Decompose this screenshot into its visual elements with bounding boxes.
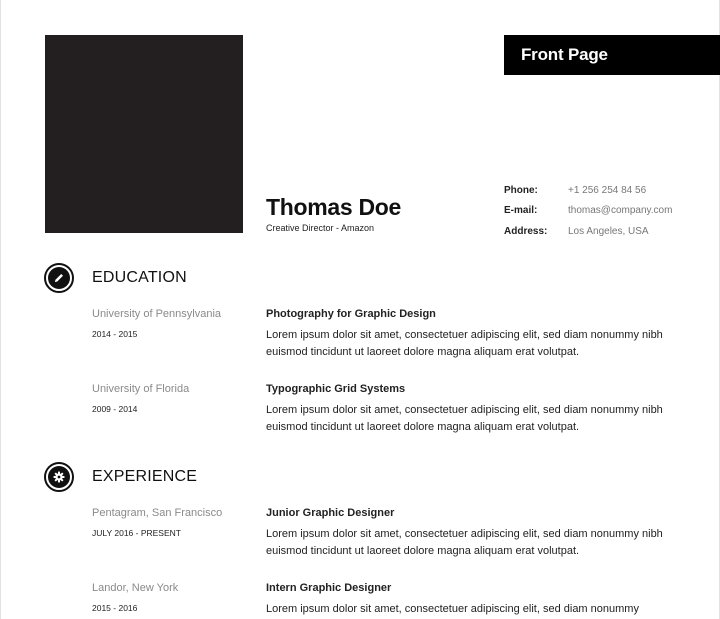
address-value: Los Angeles, USA: [568, 225, 649, 237]
education-section-header: EDUCATION: [44, 263, 187, 293]
entry-title: Intern Graphic Designer: [266, 582, 392, 594]
contact-row-address: Address: Los Angeles, USA: [504, 221, 672, 242]
contact-row-email: E-mail: thomas@company.com: [504, 201, 672, 222]
entry-title: Photography for Graphic Design: [266, 308, 436, 320]
entry-dates: 2014 - 2015: [92, 329, 138, 339]
pencil-icon: [48, 267, 70, 289]
entry-dates: 2009 - 2014: [92, 404, 138, 414]
person-role: Creative Director - Amazon: [266, 223, 375, 233]
front-page-tab[interactable]: Front Page: [504, 35, 720, 75]
contact-info: Phone: +1 256 254 84 56 E-mail: thomas@c…: [504, 180, 672, 242]
entry-description: Lorem ipsum dolor sit amet, consectetuer…: [266, 603, 639, 615]
experience-icon-ring: [44, 462, 74, 492]
entry-org: University of Pennsylvania: [92, 308, 222, 320]
email-value: thomas@company.com: [568, 205, 673, 217]
education-icon-ring: [44, 263, 74, 293]
entry-description: Lorem ipsum dolor sit amet, consectetuer…: [266, 528, 663, 557]
education-title: EDUCATION: [92, 269, 187, 286]
entry-title: Junior Graphic Designer: [266, 507, 395, 519]
entry-title: Typographic Grid Systems: [266, 383, 406, 395]
experience-title: EXPERIENCE: [92, 468, 198, 485]
entry-description: Lorem ipsum dolor sit amet, consectetuer…: [266, 329, 663, 358]
entry-org: Pentagram, San Francisco: [92, 507, 223, 519]
phone-value: +1 256 254 84 56: [568, 184, 647, 196]
address-label: Address:: [504, 225, 548, 237]
gear-icon: [48, 466, 70, 488]
entry-dates: JULY 2016 - PRESENT: [92, 528, 181, 538]
entry-org: University of Florida: [92, 383, 190, 395]
person-name: Thomas Doe: [266, 194, 402, 220]
entry-org: Landor, New York: [92, 582, 179, 594]
email-label: E-mail:: [504, 205, 538, 217]
phone-label: Phone:: [504, 184, 538, 196]
experience-section-header: EXPERIENCE: [44, 462, 197, 492]
contact-row-phone: Phone: +1 256 254 84 56: [504, 180, 672, 201]
resume-page: Front Page Thomas Doe Creative Director …: [0, 0, 720, 619]
entry-dates: 2015 - 2016: [92, 603, 138, 613]
profile-photo: [45, 35, 243, 233]
entry-description: Lorem ipsum dolor sit amet, consectetuer…: [266, 404, 663, 433]
